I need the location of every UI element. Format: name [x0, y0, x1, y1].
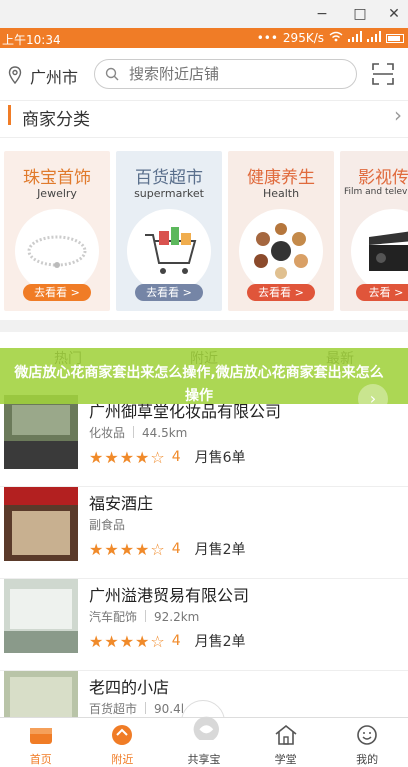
- category-sub: Health: [262, 187, 300, 200]
- store-meta: 汽车配饰 92.2km: [89, 608, 199, 625]
- nav-label: 共享宝: [187, 753, 221, 766]
- monthly-sales: 月售2单: [194, 634, 246, 650]
- store-meta: 副食品: [89, 516, 125, 533]
- nearby-icon: [112, 725, 133, 745]
- overlay-banner: 微店放心花商家套出来怎么操作,微店放心花商家套出来怎么操作: [0, 348, 408, 404]
- status-time: 上午10:34: [2, 33, 61, 47]
- store-distance: 92.2km: [154, 610, 200, 624]
- maximize-button[interactable]: □: [346, 4, 374, 24]
- category-sub: Jewelry: [37, 187, 77, 200]
- store-name: 老四的小店: [89, 678, 170, 697]
- home-shop-icon: [29, 728, 52, 744]
- chevron-right-icon[interactable]: ›: [394, 103, 402, 127]
- chevron-right-icon[interactable]: ›: [358, 384, 388, 414]
- category-sub: Film and televi: [344, 187, 408, 197]
- store-distance: 44.5km: [142, 426, 188, 440]
- rating-score: 4: [171, 633, 181, 649]
- go-see-button[interactable]: 去看 >: [356, 284, 408, 301]
- bottom-nav: 首页 附近 共享宝 学堂 我的: [0, 716, 408, 767]
- search-input[interactable]: [129, 64, 339, 84]
- scan-icon[interactable]: [372, 63, 394, 85]
- wifi-icon: [329, 31, 343, 45]
- nav-item-profile[interactable]: 我的: [326, 718, 408, 767]
- signal-icon-2: [367, 31, 381, 45]
- star-rating-icon: ★★★★☆: [89, 447, 166, 467]
- search-header: 广州市: [0, 48, 408, 100]
- overlay-text: 微店放心花商家套出来怎么操作,微店放心花商家套出来怎么操作: [14, 365, 384, 404]
- rating-score: 4: [171, 541, 181, 557]
- film-clapper-image: [351, 209, 408, 293]
- category-name: 健康养生: [247, 168, 315, 188]
- category-header[interactable]: 商家分类 ›: [0, 100, 408, 138]
- section-divider: [0, 320, 408, 332]
- jewelry-image: [15, 209, 99, 293]
- store-rating: ★★★★☆ 4 月售2单: [89, 631, 246, 651]
- search-box[interactable]: [94, 59, 357, 89]
- store-name: 广州溢港贸易有限公司: [89, 586, 250, 605]
- nav-item-school[interactable]: 学堂: [245, 718, 327, 767]
- store-rating: ★★★★☆ 4 月售2单: [89, 539, 246, 559]
- window-titlebar: − □ ✕: [0, 0, 408, 28]
- nav-label: 附近: [111, 753, 134, 766]
- go-see-button[interactable]: 去看看 >: [135, 284, 203, 301]
- star-rating-icon: ★★★★☆: [89, 631, 166, 651]
- category-card-jewelry[interactable]: 珠宝首饰 Jewelry 去看看 >: [4, 151, 110, 311]
- category-card-film[interactable]: 影视传 Film and televi 去看 >: [340, 151, 408, 311]
- category-name: 珠宝首饰: [23, 168, 91, 188]
- shopping-cart-image: [127, 209, 211, 293]
- store-rating: ★★★★☆ 4 月售6单: [89, 447, 246, 467]
- nav-item-nearby[interactable]: 附近: [82, 718, 164, 767]
- store-meta: 百货超市 90.4l: [89, 700, 184, 717]
- nav-label: 首页: [29, 753, 52, 766]
- store-name: 福安酒庄: [89, 494, 154, 513]
- monthly-sales: 月售2单: [194, 542, 246, 558]
- category-sub: supermarket: [134, 187, 204, 200]
- nav-item-home[interactable]: 首页: [0, 718, 82, 767]
- network-speed: 295K/s: [282, 31, 324, 45]
- store-category: 副食品: [89, 518, 126, 532]
- signal-icon: [348, 31, 362, 45]
- category-name: 影视传: [358, 168, 408, 188]
- store-item[interactable]: 福安酒庄 副食品 ★★★★☆ 4 月售2单: [0, 487, 408, 579]
- go-see-button[interactable]: 去看看 >: [23, 284, 91, 301]
- category-name: 百货超市: [135, 168, 203, 188]
- nav-item-share[interactable]: 共享宝: [163, 716, 245, 767]
- city-selector[interactable]: 广州市: [30, 64, 78, 88]
- close-button[interactable]: ✕: [380, 4, 408, 24]
- status-dots: •••: [256, 31, 278, 45]
- store-thumbnail: [4, 487, 78, 561]
- battery-icon: [386, 33, 404, 43]
- category-card-health[interactable]: 健康养生 Health 去看看 >: [228, 151, 334, 311]
- nav-label: 我的: [356, 753, 379, 766]
- location-pin-icon[interactable]: [8, 66, 22, 84]
- rating-score: 4: [171, 449, 181, 465]
- health-food-image: [239, 209, 323, 293]
- store-category: 百货超市: [89, 702, 138, 716]
- school-house-icon: [275, 724, 297, 745]
- category-title: 商家分类: [22, 110, 90, 130]
- search-icon: [105, 67, 119, 81]
- category-card-supermarket[interactable]: 百货超市 supermarket 去看看 >: [116, 151, 222, 311]
- section-accent-bar: [8, 105, 11, 125]
- share-treasure-icon: [193, 716, 219, 740]
- smiley-face-icon: [357, 725, 377, 745]
- category-carousel[interactable]: 珠宝首饰 Jewelry 去看看 > 百货超市 supermarket 去看看 …: [0, 148, 408, 314]
- status-bar: 上午10:34 ••• 295K/s: [0, 28, 408, 48]
- minimize-button[interactable]: −: [308, 4, 336, 24]
- store-item[interactable]: 广州御草堂化妆品有限公司 化妆品 44.5km ★★★★☆ 4 月售6单: [0, 395, 408, 487]
- store-meta: 化妆品 44.5km: [89, 424, 187, 441]
- monthly-sales: 月售6单: [194, 450, 246, 466]
- store-category: 化妆品: [89, 426, 126, 440]
- store-thumbnail: [4, 579, 78, 653]
- star-rating-icon: ★★★★☆: [89, 539, 166, 559]
- go-see-button[interactable]: 去看看 >: [247, 284, 315, 301]
- store-item[interactable]: 广州溢港贸易有限公司 汽车配饰 92.2km ★★★★☆ 4 月售2单: [0, 579, 408, 671]
- store-category: 汽车配饰: [89, 610, 138, 624]
- store-distance: 90.4l: [154, 702, 185, 716]
- nav-label: 学堂: [274, 753, 297, 766]
